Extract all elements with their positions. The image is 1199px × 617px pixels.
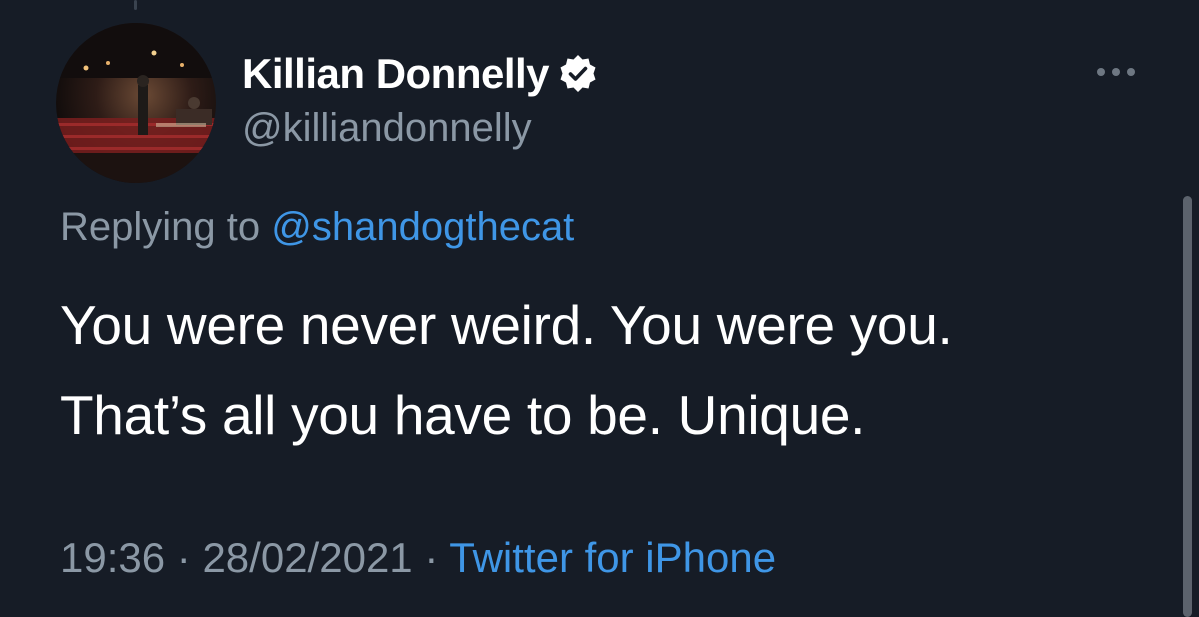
tweet-view: Killian Donnelly @killiandonnelly Replyi… (0, 0, 1199, 617)
replying-to-mention[interactable]: @shandogthecat (271, 205, 574, 249)
replying-to: Replying to @shandogthecat (60, 205, 574, 250)
meta-separator: · (424, 534, 439, 581)
avatar[interactable] (56, 23, 216, 183)
scrollbar[interactable] (1183, 196, 1192, 617)
replying-prefix: Replying to (60, 205, 261, 249)
more-options-button[interactable] (1086, 58, 1146, 86)
thread-connector-line (134, 0, 137, 10)
tweet-text: You were never weird. You were you. That… (60, 280, 1140, 460)
user-handle[interactable]: @killiandonnelly (242, 106, 532, 151)
avatar-image (56, 23, 216, 183)
more-options-icon (1097, 68, 1135, 76)
display-name-row[interactable]: Killian Donnelly (242, 48, 599, 100)
tweet-source-link[interactable]: Twitter for iPhone (449, 534, 776, 581)
tweet-metadata: 19:36 · 28/02/2021 · Twitter for iPhone (60, 534, 776, 582)
meta-separator: · (176, 534, 191, 581)
verified-badge-icon (557, 53, 599, 95)
tweet-time[interactable]: 19:36 (60, 534, 165, 581)
tweet-date[interactable]: 28/02/2021 (202, 534, 412, 581)
display-name[interactable]: Killian Donnelly (242, 50, 550, 98)
tweet-text-line: You were never weird. You were you. (60, 294, 953, 356)
tweet-text-line: That’s all you have to be. Unique. (60, 384, 866, 446)
